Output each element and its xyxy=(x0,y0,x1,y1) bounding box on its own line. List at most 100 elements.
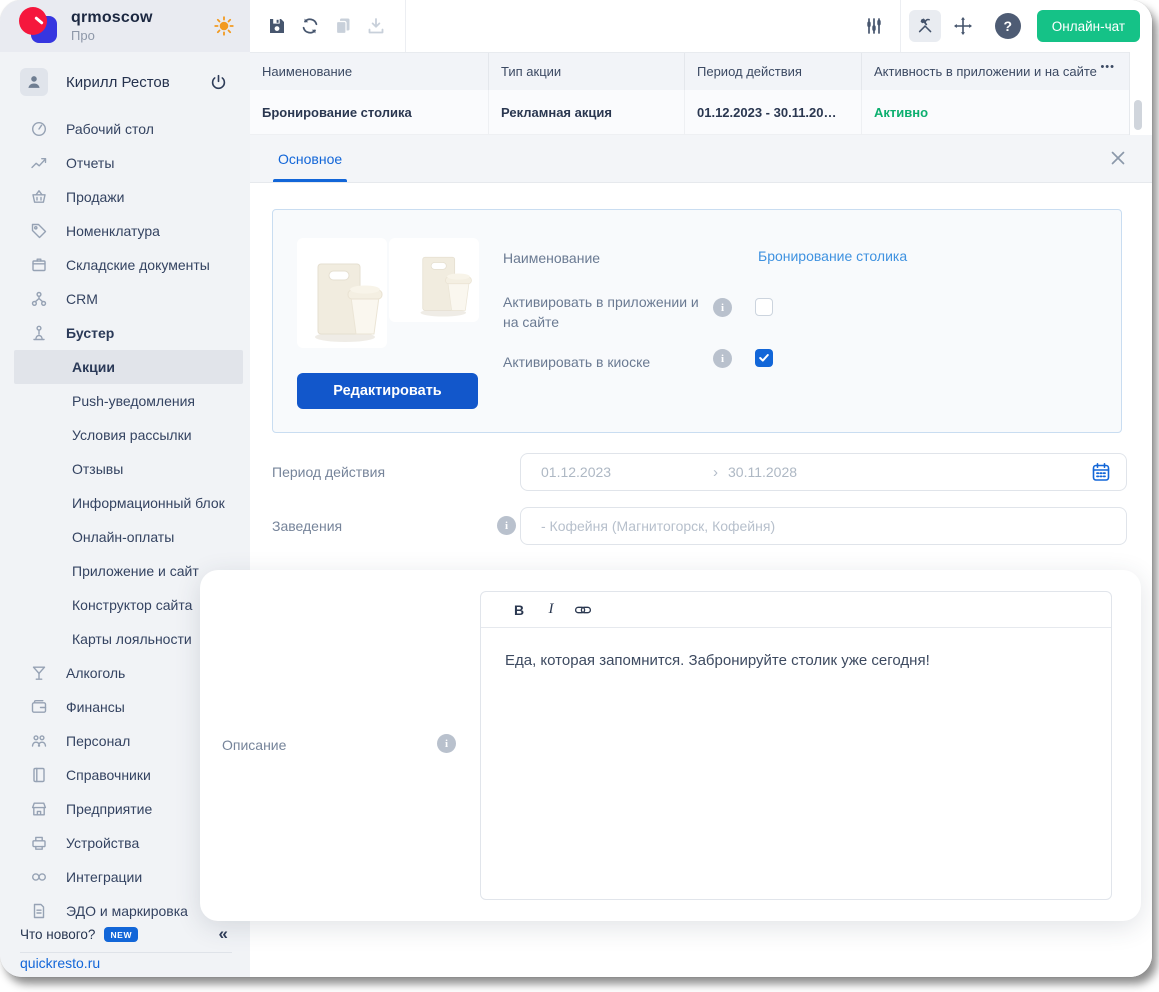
refresh-icon[interactable] xyxy=(300,16,320,36)
editor-toolbar: B I xyxy=(481,592,1111,628)
sidebar-item-label: Складские документы xyxy=(66,257,210,273)
filter-sliders-icon[interactable] xyxy=(864,16,884,36)
col-activity[interactable]: Активность в приложении и на сайте xyxy=(861,53,1129,90)
toolbar-divider xyxy=(899,0,901,52)
sidebar-item-label: ЭДО и маркировка xyxy=(66,903,188,919)
user-name: Кирилл Рестов xyxy=(66,73,170,91)
app-window: qrmoscow Про Кирилл Рестов Рабочий стол … xyxy=(0,0,1152,977)
chevron-right-icon: › xyxy=(713,463,718,481)
sidebar-item-reviews[interactable]: Отзывы xyxy=(0,452,250,486)
sidebar-item-label: Условия рассылки xyxy=(72,427,192,443)
cell-type: Рекламная акция xyxy=(488,90,684,134)
toolbar: ? Онлайн-чат xyxy=(250,0,1152,52)
column-menu-icon[interactable]: ••• xyxy=(1100,61,1115,73)
copy-icon[interactable] xyxy=(333,16,353,36)
crm-icon xyxy=(30,290,48,308)
whats-new-link[interactable]: Что нового? xyxy=(20,927,95,942)
activate-app-label: Активировать в приложении и на сайте xyxy=(503,294,699,330)
sidebar-item-online-payments[interactable]: Онлайн-оплаты xyxy=(0,520,250,554)
quickresto-logo-icon xyxy=(18,6,58,46)
close-icon[interactable] xyxy=(1108,148,1128,168)
sidebar-item-promotions[interactable]: Акции xyxy=(14,350,243,384)
sidebar-item-nomenclature[interactable]: Номенклатура xyxy=(0,214,250,248)
sidebar-item-label: Предприятие xyxy=(66,801,153,817)
link-icon[interactable] xyxy=(573,600,593,620)
move-icon[interactable] xyxy=(953,16,973,36)
help-icon[interactable]: ? xyxy=(994,13,1021,39)
finance-icon xyxy=(30,698,48,716)
col-type[interactable]: Тип акции xyxy=(488,53,684,90)
theme-sun-icon[interactable] xyxy=(213,15,235,37)
sidebar-item-desktop[interactable]: Рабочий стол xyxy=(0,112,250,146)
sidebar-item-label: Конструктор сайта xyxy=(72,597,193,613)
booster-icon xyxy=(30,324,48,342)
sidebar-item-reports[interactable]: Отчеты xyxy=(0,146,250,180)
sidebar-item-label: CRM xyxy=(66,291,98,307)
sidebar-item-label: Интеграции xyxy=(66,869,143,885)
promo-name-link[interactable]: Бронирование столика xyxy=(758,248,907,264)
edit-button[interactable]: Редактировать xyxy=(297,373,478,409)
integrations-icon xyxy=(30,868,48,886)
promotions-table: Наименование Тип акции Период действия А… xyxy=(250,52,1152,135)
online-chat-button[interactable]: Онлайн-чат xyxy=(1036,10,1140,42)
enterprise-icon xyxy=(30,800,48,818)
sidebar-item-label: Акции xyxy=(72,359,115,375)
sidebar-item-warehouse-docs[interactable]: Складские документы xyxy=(0,248,250,282)
info-icon[interactable]: i xyxy=(497,516,516,535)
cell-name: Бронирование столика xyxy=(262,104,412,120)
download-icon[interactable] xyxy=(366,16,386,36)
directory-icon xyxy=(30,766,48,784)
user-row[interactable]: Кирилл Рестов xyxy=(0,60,250,104)
sidebar-item-info-block[interactable]: Информационный блок xyxy=(0,486,250,520)
activate-app-checkbox[interactable] xyxy=(755,298,773,316)
sidebar-item-label: Отчеты xyxy=(66,155,115,171)
name-label: Наименование xyxy=(503,250,601,266)
tools-icon[interactable] xyxy=(908,10,941,42)
calendar-icon[interactable] xyxy=(1090,461,1112,483)
status-badge: Активно xyxy=(861,90,1129,134)
sidebar-item-crm[interactable]: CRM xyxy=(0,282,250,316)
tab-main[interactable]: Основное xyxy=(273,135,348,182)
desktop-icon xyxy=(30,120,48,138)
logout-power-icon[interactable] xyxy=(209,73,228,92)
period-from-value[interactable]: 01.12.2023 xyxy=(541,464,713,480)
site-link[interactable]: quickresto.ru xyxy=(20,955,100,971)
sidebar-item-label: Информационный блок xyxy=(72,495,225,511)
rich-text-editor: B I Еда, которая запомнится. Забронируйт… xyxy=(480,591,1112,900)
brand-plan: Про xyxy=(71,28,95,43)
sidebar-item-label: Номенклатура xyxy=(66,223,160,239)
period-input[interactable]: 01.12.2023 › 30.11.2028 xyxy=(520,453,1127,491)
promo-image-small[interactable] xyxy=(389,238,479,322)
activate-kiosk-label: Активировать в киоске xyxy=(503,354,651,370)
description-text[interactable]: Еда, которая запомнится. Забронируйте ст… xyxy=(481,628,1111,899)
description-label: Описание xyxy=(222,737,287,753)
sidebar-item-sales[interactable]: Продажи xyxy=(0,180,250,214)
col-period[interactable]: Период действия xyxy=(684,53,861,90)
activate-kiosk-checkbox[interactable] xyxy=(755,349,773,367)
sidebar-item-push[interactable]: Push-уведомления xyxy=(0,384,250,418)
info-icon[interactable]: i xyxy=(437,734,456,753)
reports-icon xyxy=(30,154,48,172)
table-header: Наименование Тип акции Период действия А… xyxy=(250,52,1129,90)
save-icon[interactable] xyxy=(267,16,287,36)
sales-icon xyxy=(30,188,48,206)
venues-input[interactable] xyxy=(541,518,1112,534)
sidebar-item-label: Персонал xyxy=(66,733,131,749)
italic-icon[interactable]: I xyxy=(541,600,561,620)
tab-bar: Основное xyxy=(250,135,1152,183)
collapse-sidebar-icon[interactable]: « xyxy=(219,924,228,944)
promo-image-large[interactable] xyxy=(297,238,387,348)
info-icon[interactable]: i xyxy=(713,298,732,317)
sidebar-item-label: Приложение и сайт xyxy=(72,563,199,579)
table-row[interactable]: Бронирование столика Рекламная акция 01.… xyxy=(250,90,1129,135)
sidebar-item-label: Карты лояльности xyxy=(72,631,192,647)
table-scrollbar[interactable] xyxy=(1134,100,1142,130)
alcohol-icon xyxy=(30,664,48,682)
bold-icon[interactable]: B xyxy=(509,600,529,620)
info-icon[interactable]: i xyxy=(713,349,732,368)
period-to-value[interactable]: 30.11.2028 xyxy=(728,464,797,480)
sidebar-item-booster[interactable]: Бустер xyxy=(0,316,250,350)
sidebar-item-mailing-terms[interactable]: Условия рассылки xyxy=(0,418,250,452)
tag-icon xyxy=(30,222,48,240)
col-name[interactable]: Наименование xyxy=(250,53,488,90)
